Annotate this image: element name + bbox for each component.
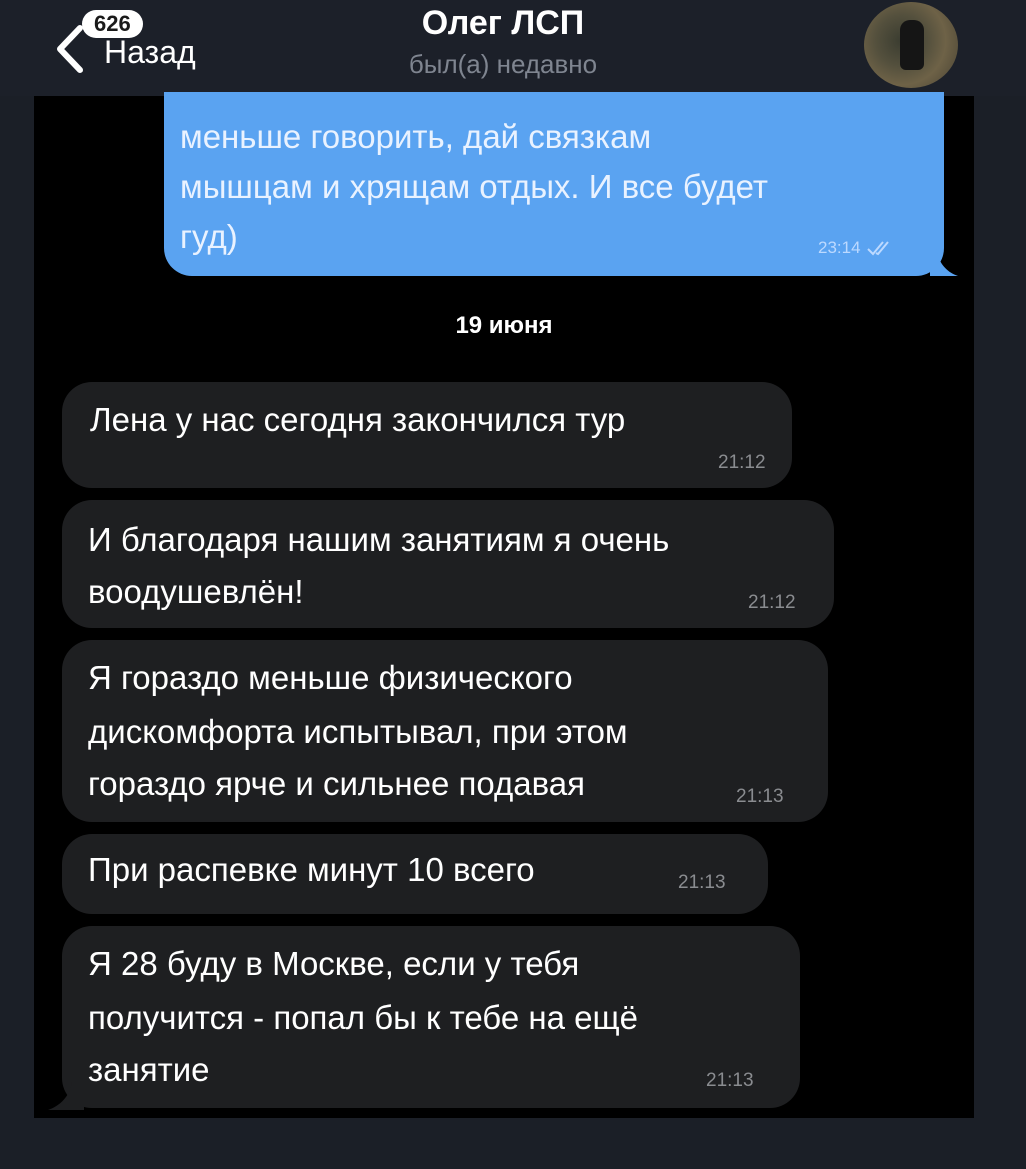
- message-line: мышцам и хрящам отдых. И все будет: [180, 168, 769, 205]
- message-meta: 23:14: [818, 238, 893, 258]
- message-text: гораздо ярче и сильнее подавая: [88, 765, 585, 802]
- message-time: 23:14: [818, 238, 861, 257]
- avatar[interactable]: [864, 2, 958, 88]
- message-text: И благодаря нашим занятиям я очень: [88, 521, 670, 558]
- double-check-icon: [866, 241, 889, 256]
- message-text: Я 28 буду в Москве, если у тебя: [88, 945, 580, 982]
- message-time: 21:13: [706, 1070, 754, 1091]
- message-text: занятие: [88, 1051, 210, 1088]
- message-time: 21:13: [678, 872, 726, 893]
- message-line: меньше говорить, дай связкам: [180, 118, 652, 155]
- message-text: получится - попал бы к тебе на ещё: [88, 999, 638, 1036]
- message-text: Лена у нас сегодня закончился тур: [90, 401, 626, 438]
- message-time: 21:12: [718, 452, 766, 473]
- message-text: воодушевлён!: [88, 573, 304, 610]
- last-seen-status: был(а) недавно: [408, 49, 598, 79]
- message-text: Я гораздо меньше физического: [88, 659, 573, 696]
- bubble-tail: [48, 1082, 84, 1110]
- message-time: 21:12: [748, 592, 796, 613]
- chat-header: Назад 626 Олег ЛСП был(а) недавно: [0, 0, 1026, 96]
- message-text: дискомфорта испытывал, при этом: [88, 713, 628, 750]
- message-time: 21:13: [736, 786, 784, 807]
- message-text: При распевке минут 10 всего: [88, 851, 535, 888]
- chat-screen: Назад 626 Олег ЛСП был(а) недавно меньше…: [0, 0, 1026, 1169]
- avatar-photo-figure: [900, 20, 924, 70]
- date-separator: 19 июня: [455, 312, 553, 339]
- chat-title[interactable]: Олег ЛСП: [0, 2, 1006, 44]
